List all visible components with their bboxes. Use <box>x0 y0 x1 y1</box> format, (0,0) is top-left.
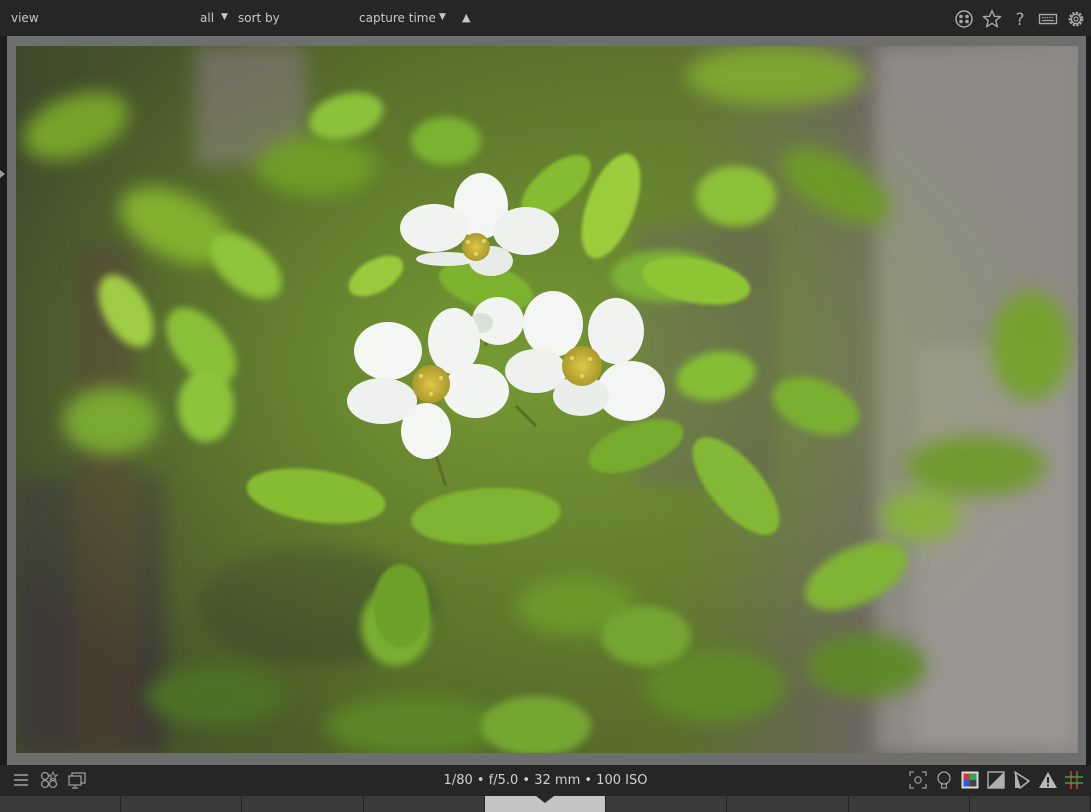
bulb-icon[interactable] <box>933 769 955 791</box>
keyboard-icon[interactable] <box>1037 8 1059 30</box>
tab[interactable] <box>969 796 1091 812</box>
tab[interactable] <box>606 796 728 812</box>
photo-image <box>16 46 1078 753</box>
tab-active[interactable] <box>484 796 607 812</box>
star-icon[interactable] <box>981 8 1003 30</box>
tab[interactable] <box>0 796 122 812</box>
top-right-icons: ? <box>953 8 1087 30</box>
sort-dropdown-arrow-icon[interactable]: ▼ <box>439 12 446 22</box>
guides-icon[interactable] <box>1063 769 1085 791</box>
bottom-right-icons <box>907 769 1085 791</box>
view-label: view <box>11 11 39 25</box>
photo-preview[interactable] <box>16 46 1078 753</box>
gamut-check-icon[interactable] <box>1037 769 1059 791</box>
left-panel-collapse[interactable] <box>0 36 7 765</box>
sort-direction-icon[interactable]: ▲ <box>462 11 470 24</box>
expand-left-panel-icon[interactable] <box>0 170 5 178</box>
svg-text:?: ? <box>1015 10 1024 29</box>
sort-label: sort by <box>238 11 280 25</box>
bottom-tabs <box>0 796 1091 812</box>
tab[interactable] <box>242 796 364 812</box>
filter-dropdown-arrow-icon[interactable]: ▼ <box>221 12 228 22</box>
help-icon[interactable]: ? <box>1009 8 1031 30</box>
tab[interactable] <box>121 796 243 812</box>
sort-dropdown[interactable]: capture time <box>359 11 436 25</box>
tab[interactable] <box>727 796 849 812</box>
softproof-icon[interactable] <box>1011 769 1033 791</box>
bottom-toolbar: 1/80 • f/5.0 • 32 mm • 100 ISO <box>0 765 1091 796</box>
exposure-icon[interactable] <box>985 769 1007 791</box>
focus-peaking-icon[interactable] <box>907 769 929 791</box>
top-toolbar: view all ▼ sort by capture time ▼ ▲ ? <box>0 0 1091 36</box>
gear-icon[interactable] <box>1065 8 1087 30</box>
color-labels-icon[interactable] <box>953 8 975 30</box>
tab[interactable] <box>363 796 485 812</box>
right-panel-edge[interactable] <box>1086 36 1091 765</box>
filter-dropdown[interactable]: all <box>200 11 214 25</box>
tab[interactable] <box>848 796 970 812</box>
color-assessment-icon[interactable] <box>959 769 981 791</box>
image-frame <box>7 36 1086 765</box>
